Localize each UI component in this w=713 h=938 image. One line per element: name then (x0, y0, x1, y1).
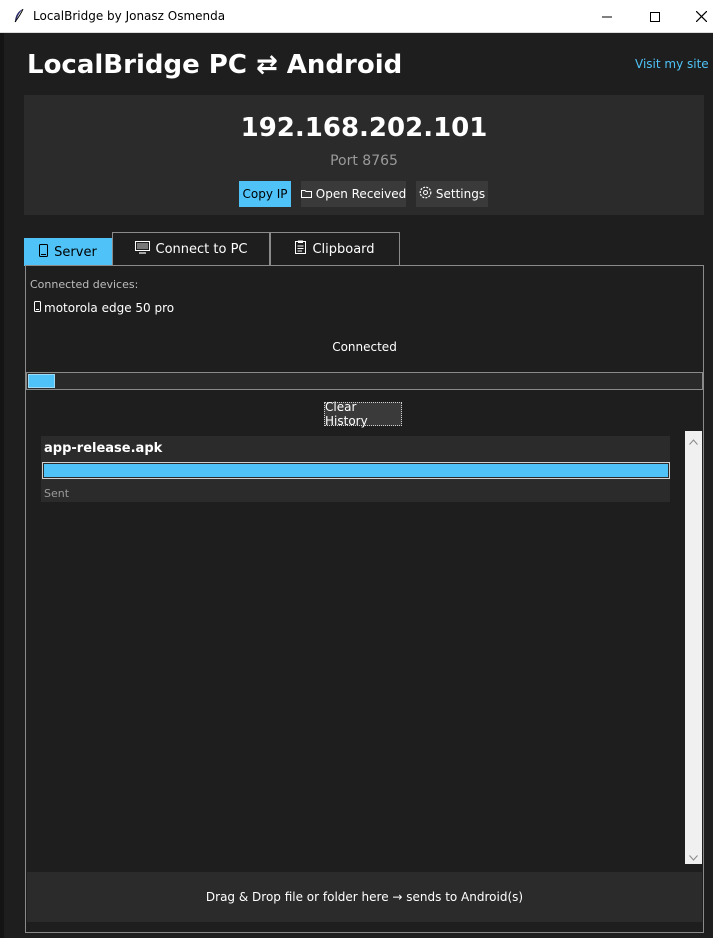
tab-clipboard[interactable]: Clipboard (270, 232, 400, 265)
feather-icon (12, 8, 26, 24)
open-received-button[interactable]: Open Received (300, 181, 407, 207)
history-item-status: Sent (44, 487, 70, 500)
window-titlebar: LocalBridge by Jonasz Osmenda (0, 0, 713, 33)
phone-icon (34, 301, 41, 315)
history-item-progress-fill (44, 464, 668, 477)
window-title: LocalBridge by Jonasz Osmenda (33, 9, 226, 23)
drop-zone[interactable]: Drag & Drop file or folder here → sends … (27, 872, 702, 922)
connection-info-panel: 192.168.202.101 Port 8765 Copy IP Open R… (24, 95, 704, 215)
chevron-up-icon (689, 430, 698, 449)
tab-connect-to-pc[interactable]: Connect to PC (112, 232, 270, 265)
gear-icon (419, 186, 432, 202)
window-left-edge (0, 33, 4, 938)
ip-address: 192.168.202.101 (240, 113, 488, 143)
folder-icon (300, 187, 312, 201)
scroll-down-button[interactable] (685, 847, 702, 864)
chevron-down-icon (689, 846, 698, 865)
clear-history-label: Clear History (325, 400, 368, 428)
maximize-icon (650, 7, 660, 26)
visit-site-link[interactable]: Visit my site (635, 57, 709, 71)
app-title: LocalBridge PC ⇄ Android (27, 50, 403, 80)
phone-icon (39, 244, 49, 261)
clipboard-icon (295, 240, 307, 258)
copy-ip-button[interactable]: Copy IP (239, 181, 291, 207)
minimize-icon (602, 7, 612, 26)
history-item: app-release.apk Sent (41, 436, 670, 502)
tab-server-label: Server (54, 245, 97, 260)
copy-ip-label: Copy IP (242, 187, 288, 201)
device-item: motorola edge 50 pro (34, 301, 174, 315)
transfer-history-list: app-release.apk Sent (41, 436, 671, 866)
scroll-up-button[interactable] (685, 431, 702, 448)
close-icon (695, 7, 707, 26)
port-label: Port 8765 (330, 153, 398, 169)
history-item-name: app-release.apk (44, 441, 163, 456)
history-item-progress-bar (42, 462, 670, 479)
close-button[interactable] (678, 0, 713, 33)
transfer-progress-fill (28, 374, 55, 388)
server-tab-panel: Connected devices: motorola edge 50 pro … (25, 265, 704, 933)
drop-zone-hint: Drag & Drop file or folder here → sends … (205, 890, 524, 904)
open-received-label: Open Received (315, 187, 407, 201)
monitor-icon (134, 240, 150, 258)
device-name: motorola edge 50 pro (44, 301, 175, 315)
maximize-button[interactable] (632, 0, 678, 33)
minimize-button[interactable] (584, 0, 630, 33)
tab-connect-label: Connect to PC (155, 241, 248, 257)
settings-button[interactable]: Settings (416, 181, 488, 207)
tab-clipboard-label: Clipboard (312, 241, 375, 257)
history-scrollbar[interactable] (685, 431, 702, 864)
settings-label: Settings (435, 187, 486, 201)
transfer-progress-bar (26, 372, 703, 390)
clear-history-button[interactable]: Clear History (324, 400, 402, 428)
connected-devices-label: Connected devices: (30, 278, 139, 291)
tab-server[interactable]: Server (24, 238, 112, 266)
connection-status: Connected (332, 340, 397, 354)
